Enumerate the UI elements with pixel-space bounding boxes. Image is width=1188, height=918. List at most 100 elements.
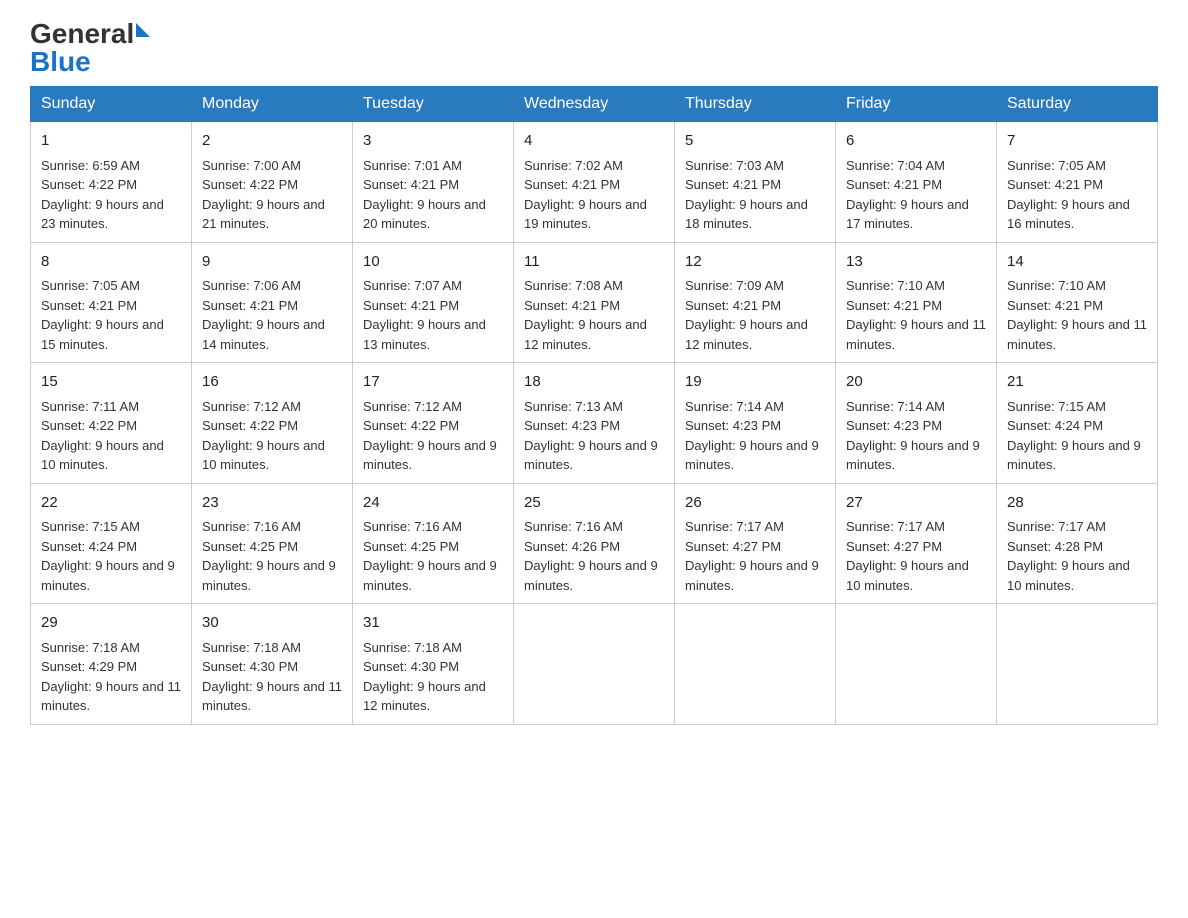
day-cell: 4 Sunrise: 7:02 AMSunset: 4:21 PMDayligh… [514,122,675,243]
calendar-table: SundayMondayTuesdayWednesdayThursdayFrid… [30,86,1158,725]
header-cell-sunday: Sunday [31,87,192,122]
day-cell: 18 Sunrise: 7:13 AMSunset: 4:23 PMDaylig… [514,363,675,484]
logo-arrow-icon [136,23,150,37]
day-info: Sunrise: 7:17 AMSunset: 4:27 PMDaylight:… [685,519,819,593]
logo: General Blue [30,20,150,76]
day-cell: 6 Sunrise: 7:04 AMSunset: 4:21 PMDayligh… [836,122,997,243]
day-cell: 28 Sunrise: 7:17 AMSunset: 4:28 PMDaylig… [997,483,1158,604]
day-info: Sunrise: 7:18 AMSunset: 4:30 PMDaylight:… [202,640,342,714]
day-cell: 21 Sunrise: 7:15 AMSunset: 4:24 PMDaylig… [997,363,1158,484]
day-number: 7 [1007,130,1147,153]
day-cell: 7 Sunrise: 7:05 AMSunset: 4:21 PMDayligh… [997,122,1158,243]
day-cell: 8 Sunrise: 7:05 AMSunset: 4:21 PMDayligh… [31,242,192,363]
day-info: Sunrise: 7:15 AMSunset: 4:24 PMDaylight:… [41,519,175,593]
day-cell: 29 Sunrise: 7:18 AMSunset: 4:29 PMDaylig… [31,604,192,725]
day-number: 3 [363,130,503,153]
day-cell: 26 Sunrise: 7:17 AMSunset: 4:27 PMDaylig… [675,483,836,604]
header-row: SundayMondayTuesdayWednesdayThursdayFrid… [31,87,1158,122]
day-info: Sunrise: 7:08 AMSunset: 4:21 PMDaylight:… [524,278,647,352]
day-cell: 3 Sunrise: 7:01 AMSunset: 4:21 PMDayligh… [353,122,514,243]
day-number: 5 [685,130,825,153]
day-number: 19 [685,371,825,394]
day-number: 31 [363,612,503,635]
day-cell: 13 Sunrise: 7:10 AMSunset: 4:21 PMDaylig… [836,242,997,363]
day-info: Sunrise: 7:17 AMSunset: 4:28 PMDaylight:… [1007,519,1130,593]
header-cell-monday: Monday [192,87,353,122]
day-info: Sunrise: 7:16 AMSunset: 4:25 PMDaylight:… [202,519,336,593]
day-cell: 11 Sunrise: 7:08 AMSunset: 4:21 PMDaylig… [514,242,675,363]
day-info: Sunrise: 7:15 AMSunset: 4:24 PMDaylight:… [1007,399,1141,473]
day-info: Sunrise: 7:14 AMSunset: 4:23 PMDaylight:… [846,399,980,473]
header-cell-friday: Friday [836,87,997,122]
day-number: 8 [41,251,181,274]
day-number: 27 [846,492,986,515]
day-info: Sunrise: 7:12 AMSunset: 4:22 PMDaylight:… [202,399,325,473]
day-cell: 31 Sunrise: 7:18 AMSunset: 4:30 PMDaylig… [353,604,514,725]
day-number: 26 [685,492,825,515]
day-number: 2 [202,130,342,153]
day-number: 12 [685,251,825,274]
week-row-5: 29 Sunrise: 7:18 AMSunset: 4:29 PMDaylig… [31,604,1158,725]
day-number: 9 [202,251,342,274]
day-number: 16 [202,371,342,394]
day-number: 24 [363,492,503,515]
calendar-body: 1 Sunrise: 6:59 AMSunset: 4:22 PMDayligh… [31,122,1158,725]
day-info: Sunrise: 7:03 AMSunset: 4:21 PMDaylight:… [685,158,808,232]
day-info: Sunrise: 7:10 AMSunset: 4:21 PMDaylight:… [846,278,986,352]
day-cell: 15 Sunrise: 7:11 AMSunset: 4:22 PMDaylig… [31,363,192,484]
day-info: Sunrise: 7:12 AMSunset: 4:22 PMDaylight:… [363,399,497,473]
day-number: 11 [524,251,664,274]
week-row-1: 1 Sunrise: 6:59 AMSunset: 4:22 PMDayligh… [31,122,1158,243]
day-info: Sunrise: 7:14 AMSunset: 4:23 PMDaylight:… [685,399,819,473]
logo-general-text: General [30,20,134,48]
day-cell: 25 Sunrise: 7:16 AMSunset: 4:26 PMDaylig… [514,483,675,604]
day-cell: 12 Sunrise: 7:09 AMSunset: 4:21 PMDaylig… [675,242,836,363]
day-info: Sunrise: 7:16 AMSunset: 4:26 PMDaylight:… [524,519,658,593]
day-cell: 10 Sunrise: 7:07 AMSunset: 4:21 PMDaylig… [353,242,514,363]
day-cell [836,604,997,725]
day-number: 25 [524,492,664,515]
day-info: Sunrise: 6:59 AMSunset: 4:22 PMDaylight:… [41,158,164,232]
day-number: 14 [1007,251,1147,274]
day-info: Sunrise: 7:18 AMSunset: 4:30 PMDaylight:… [363,640,486,714]
day-info: Sunrise: 7:04 AMSunset: 4:21 PMDaylight:… [846,158,969,232]
day-info: Sunrise: 7:06 AMSunset: 4:21 PMDaylight:… [202,278,325,352]
day-cell: 27 Sunrise: 7:17 AMSunset: 4:27 PMDaylig… [836,483,997,604]
day-cell: 30 Sunrise: 7:18 AMSunset: 4:30 PMDaylig… [192,604,353,725]
day-cell: 1 Sunrise: 6:59 AMSunset: 4:22 PMDayligh… [31,122,192,243]
week-row-4: 22 Sunrise: 7:15 AMSunset: 4:24 PMDaylig… [31,483,1158,604]
day-cell: 5 Sunrise: 7:03 AMSunset: 4:21 PMDayligh… [675,122,836,243]
day-info: Sunrise: 7:17 AMSunset: 4:27 PMDaylight:… [846,519,969,593]
day-cell: 16 Sunrise: 7:12 AMSunset: 4:22 PMDaylig… [192,363,353,484]
day-number: 28 [1007,492,1147,515]
day-info: Sunrise: 7:05 AMSunset: 4:21 PMDaylight:… [1007,158,1130,232]
day-info: Sunrise: 7:11 AMSunset: 4:22 PMDaylight:… [41,399,164,473]
logo-blue-text: Blue [30,48,91,76]
header-cell-saturday: Saturday [997,87,1158,122]
day-cell: 24 Sunrise: 7:16 AMSunset: 4:25 PMDaylig… [353,483,514,604]
day-info: Sunrise: 7:01 AMSunset: 4:21 PMDaylight:… [363,158,486,232]
day-info: Sunrise: 7:07 AMSunset: 4:21 PMDaylight:… [363,278,486,352]
day-number: 13 [846,251,986,274]
day-info: Sunrise: 7:02 AMSunset: 4:21 PMDaylight:… [524,158,647,232]
day-cell [514,604,675,725]
day-number: 21 [1007,371,1147,394]
day-number: 23 [202,492,342,515]
day-number: 18 [524,371,664,394]
day-cell: 23 Sunrise: 7:16 AMSunset: 4:25 PMDaylig… [192,483,353,604]
day-cell [997,604,1158,725]
day-info: Sunrise: 7:10 AMSunset: 4:21 PMDaylight:… [1007,278,1147,352]
day-cell: 2 Sunrise: 7:00 AMSunset: 4:22 PMDayligh… [192,122,353,243]
day-info: Sunrise: 7:18 AMSunset: 4:29 PMDaylight:… [41,640,181,714]
header-cell-wednesday: Wednesday [514,87,675,122]
day-number: 30 [202,612,342,635]
header-cell-thursday: Thursday [675,87,836,122]
header-cell-tuesday: Tuesday [353,87,514,122]
day-info: Sunrise: 7:00 AMSunset: 4:22 PMDaylight:… [202,158,325,232]
day-cell: 22 Sunrise: 7:15 AMSunset: 4:24 PMDaylig… [31,483,192,604]
week-row-3: 15 Sunrise: 7:11 AMSunset: 4:22 PMDaylig… [31,363,1158,484]
day-number: 17 [363,371,503,394]
day-cell: 17 Sunrise: 7:12 AMSunset: 4:22 PMDaylig… [353,363,514,484]
day-info: Sunrise: 7:13 AMSunset: 4:23 PMDaylight:… [524,399,658,473]
day-number: 29 [41,612,181,635]
